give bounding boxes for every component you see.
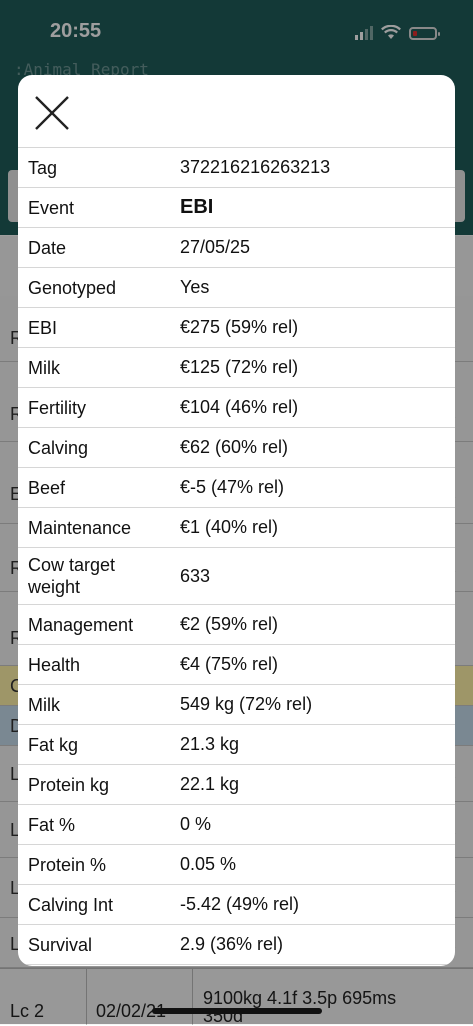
row-value: 21.3 kg [180, 734, 240, 754]
row-label: Milk [28, 357, 60, 378]
row-label: Date [28, 237, 67, 258]
row-value: €4 (75% rel) [180, 654, 279, 674]
row-label: Fertility [28, 397, 86, 418]
row-label: Milk [28, 694, 60, 715]
close-icon [35, 96, 69, 130]
table-row: Cow target weight 633 [18, 548, 455, 605]
row-value: 549 kg (72% rel) [180, 694, 313, 714]
row-label: Tag [28, 157, 58, 178]
row-label: Event [28, 197, 75, 218]
row-value: 27/05/25 [180, 237, 251, 257]
close-button[interactable] [32, 93, 72, 133]
row-value: EBI [180, 196, 214, 218]
table-row: Milk 549 kg (72% rel) [18, 685, 455, 725]
row-value: €104 (46% rel) [180, 397, 299, 417]
table-row: Management €2 (59% rel) [18, 605, 455, 645]
table-row: EBI €275 (59% rel) [18, 308, 455, 348]
row-label: Calving [28, 437, 89, 458]
row-label: Genotyped [28, 277, 117, 298]
row-value: €2 (59% rel) [180, 614, 279, 634]
table-row: Beef €-5 (47% rel) [18, 468, 455, 508]
table-row: Tag 372216216263213 [18, 148, 455, 188]
row-value: €275 (59% rel) [180, 317, 299, 337]
table-row: Fat % 0 % [18, 805, 455, 845]
table-row: Maintenance €1 (40% rel) [18, 508, 455, 548]
table-row: Health €4 (75% rel) [18, 645, 455, 685]
row-label: Cow target weight [28, 555, 116, 597]
row-value: €1 (40% rel) [180, 517, 279, 537]
ebi-detail-modal: Tag 372216216263213 Event EBI Date 27/05/25… [18, 75, 455, 966]
table-row: Fertility €104 (46% rel) [18, 388, 455, 428]
row-label: Fat % [28, 814, 76, 835]
table-row: Survival 2.9 (36% rel) [18, 925, 455, 965]
home-indicator[interactable] [152, 1008, 322, 1014]
row-label: Beef [28, 477, 66, 498]
row-value: 2.9 (36% rel) [180, 934, 284, 954]
row-value: -5.42 (49% rel) [180, 894, 300, 914]
row-label: Survival [28, 934, 93, 955]
row-value: 0.05 % [180, 854, 237, 874]
row-value: 372216216263213 [180, 157, 331, 177]
table-row: Event EBI [18, 188, 455, 228]
detail-table: Tag 372216216263213 Event EBI Date 27/05/25… [18, 147, 455, 965]
row-value: €62 (60% rel) [180, 437, 289, 457]
table-row: Date 27/05/25 [18, 228, 455, 268]
row-label: Maintenance [28, 517, 132, 538]
row-label: Fat kg [28, 734, 79, 755]
row-value: €-5 (47% rel) [180, 477, 285, 497]
row-value: 22.1 kg [180, 774, 240, 794]
table-row: Protein kg 22.1 kg [18, 765, 455, 805]
table-row: Fat kg 21.3 kg [18, 725, 455, 765]
row-value: 633 [180, 565, 211, 586]
row-label: Protein % [28, 854, 107, 875]
row-value: 0 % [180, 814, 212, 834]
table-row: Genotyped Yes [18, 268, 455, 308]
table-row: Protein % 0.05 % [18, 845, 455, 885]
row-label: Calving Int [28, 894, 114, 915]
table-row: Calving Int -5.42 (49% rel) [18, 885, 455, 925]
table-row: Milk €125 (72% rel) [18, 348, 455, 388]
row-value: €125 (72% rel) [180, 357, 299, 377]
row-label: EBI [28, 317, 58, 338]
row-label: Health [28, 654, 81, 675]
table-row: Calving €62 (60% rel) [18, 428, 455, 468]
row-label: Management [28, 614, 134, 635]
row-value: Yes [180, 277, 210, 297]
row-label: Protein kg [28, 774, 110, 795]
